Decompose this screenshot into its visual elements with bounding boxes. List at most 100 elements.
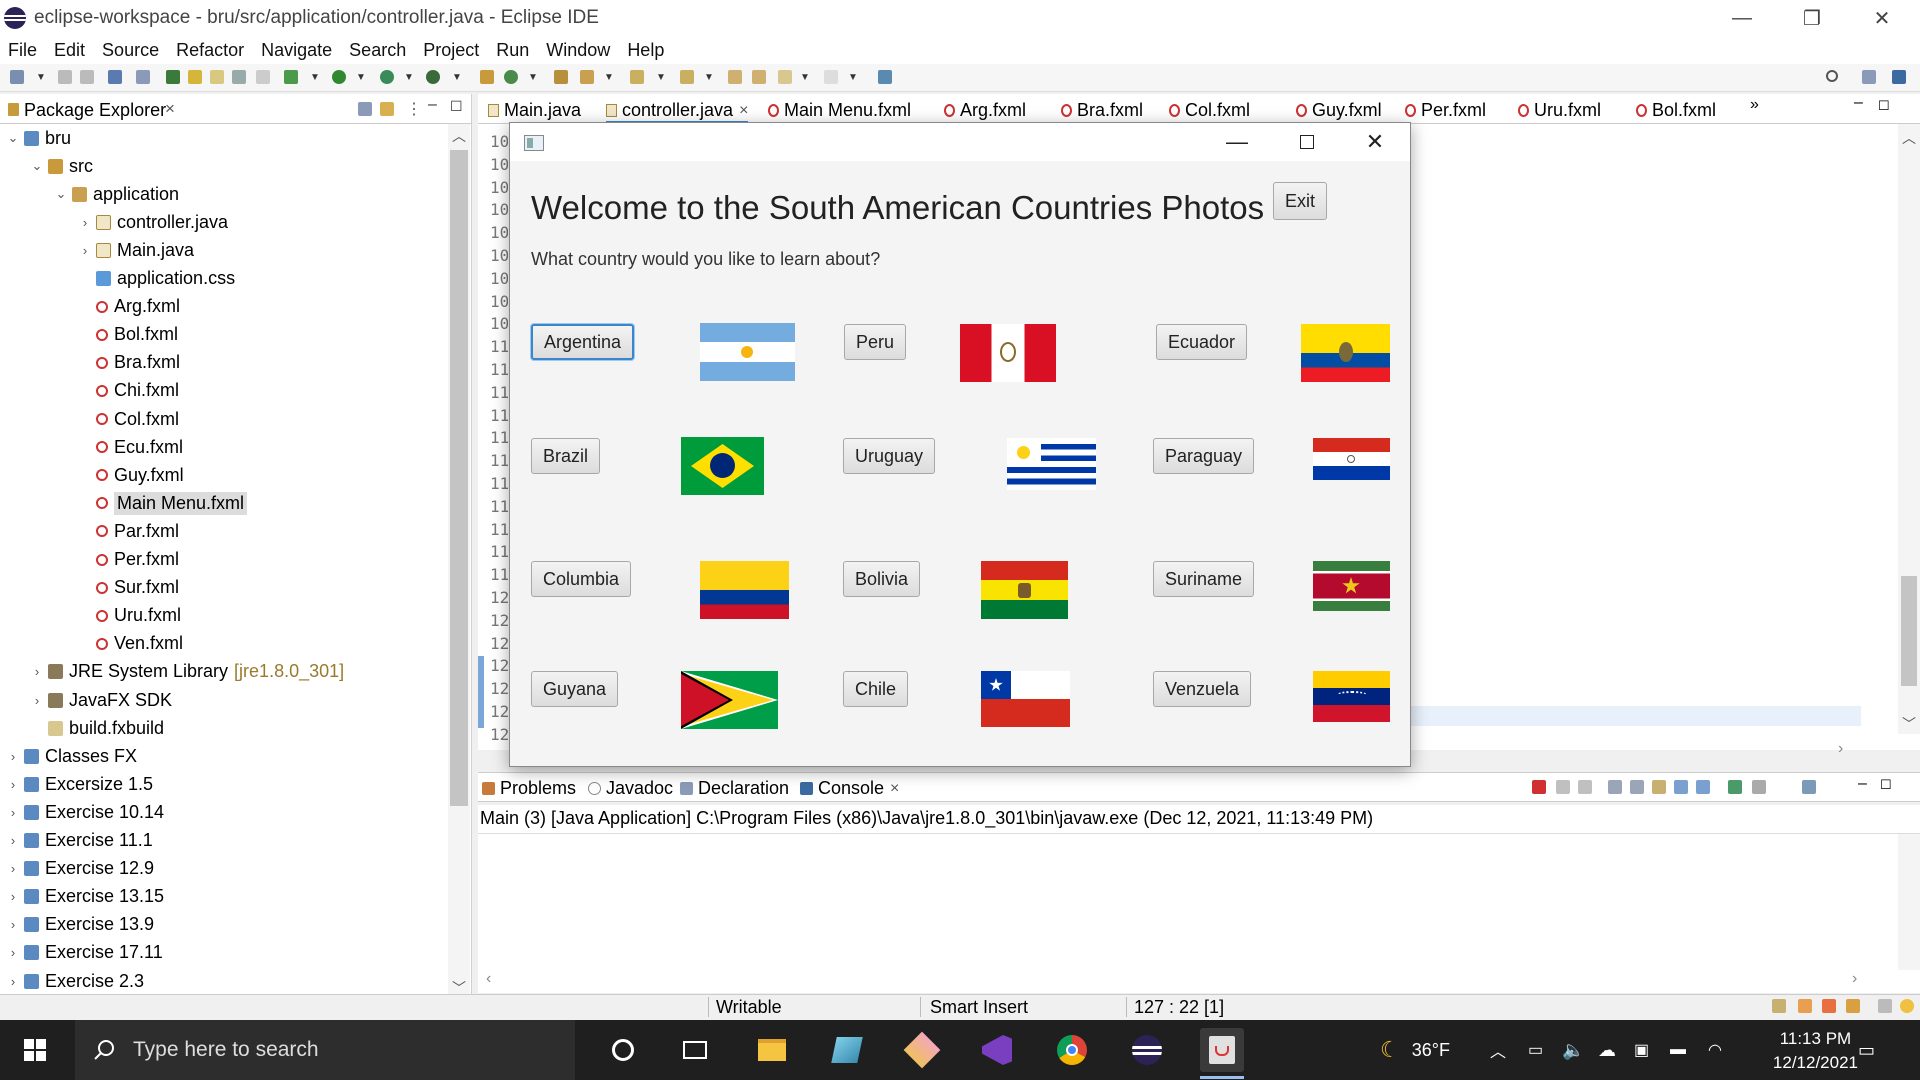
next-annotation-icon[interactable] <box>630 70 644 84</box>
remove-launch-icon[interactable] <box>1556 780 1570 794</box>
tree-item[interactable]: › JavaFX SDK <box>30 686 172 714</box>
scroll-right-icon[interactable]: › <box>1852 970 1857 988</box>
suriname-button[interactable]: Suriname <box>1153 561 1255 597</box>
block-selection-icon[interactable] <box>210 70 224 84</box>
forward-nav-icon[interactable] <box>824 70 838 84</box>
chevron-down-icon[interactable]: ⌄ <box>30 158 44 174</box>
minimize-view-icon[interactable]: – <box>1858 775 1867 793</box>
open-console-icon[interactable] <box>1802 780 1816 794</box>
taskbar-search[interactable]: Type here to search <box>75 1020 575 1080</box>
argentina-button[interactable]: Argentina <box>531 324 635 360</box>
clear-console-icon[interactable] <box>1608 780 1622 794</box>
tree-item[interactable]: Col.fxml <box>78 405 179 433</box>
status-icon[interactable] <box>1822 999 1836 1013</box>
link-editor-icon[interactable] <box>380 102 394 116</box>
collapse-all-icon[interactable] <box>358 102 372 116</box>
status-icon[interactable] <box>1846 999 1860 1013</box>
editor-tab[interactable]: Arg.fxml <box>944 100 1026 121</box>
package-explorer-tab[interactable]: Package Explorer × ⋮ – ☐ <box>0 94 471 124</box>
terminal-icon[interactable] <box>108 70 122 84</box>
chevron-right-icon[interactable]: › <box>6 805 20 820</box>
close-button[interactable]: ✕ <box>1852 0 1912 36</box>
save-icon[interactable] <box>58 70 72 84</box>
new-class-icon[interactable] <box>504 70 518 84</box>
scroll-lock-icon[interactable] <box>1630 780 1644 794</box>
maximize-view-icon[interactable]: ☐ <box>1878 98 1890 114</box>
chevron-right-icon[interactable]: › <box>30 664 44 679</box>
tree-item[interactable]: › Exercise 13.15 <box>6 883 164 911</box>
app-icon[interactable] <box>825 1028 869 1072</box>
scrollbar-thumb[interactable] <box>1901 576 1917 686</box>
dropdown-arrow-icon[interactable]: ▼ <box>800 72 810 83</box>
toggle-icon[interactable] <box>166 70 180 84</box>
menu-file[interactable]: File <box>8 40 37 61</box>
restore-button[interactable]: ❐ <box>1782 0 1842 36</box>
dropdown-arrow-icon[interactable]: ▼ <box>310 72 320 83</box>
scroll-down-icon[interactable]: ﹀ <box>1902 714 1916 734</box>
dropdown-arrow-icon[interactable]: ▼ <box>356 72 366 83</box>
pin-editor-icon[interactable] <box>878 70 892 84</box>
chevron-right-icon[interactable]: › <box>6 833 20 848</box>
onedrive-icon[interactable]: ☁ <box>1598 1020 1616 1080</box>
editor-tab[interactable]: Per.fxml <box>1405 100 1486 121</box>
dropdown-arrow-icon[interactable]: ▼ <box>452 72 462 83</box>
search-icon[interactable] <box>1826 70 1838 82</box>
editor-tab[interactable]: Col.fxml <box>1169 100 1250 121</box>
editor-tab[interactable]: Bra.fxml <box>1061 100 1143 121</box>
venzuela-button[interactable]: Venzuela <box>1153 671 1252 707</box>
fx-minimize-button[interactable]: — <box>1202 123 1272 161</box>
editor-tab[interactable]: Guy.fxml <box>1296 100 1382 121</box>
close-icon[interactable]: × <box>165 99 175 119</box>
tree-item[interactable]: › Exercise 17.11 <box>6 939 163 967</box>
maximize-view-icon[interactable]: ☐ <box>450 98 463 115</box>
scroll-right-icon[interactable]: › <box>1838 740 1843 758</box>
chevron-right-icon[interactable]: › <box>6 777 20 792</box>
display-icon[interactable]: ▣ <box>1634 1020 1649 1080</box>
paraguay-button[interactable]: Paraguay <box>1153 438 1255 474</box>
wifi-icon[interactable]: ◠ <box>1708 1020 1722 1080</box>
menu-search[interactable]: Search <box>349 40 406 61</box>
brazil-button[interactable]: Brazil <box>531 438 601 474</box>
battery-icon[interactable]: ▬ <box>1670 1020 1686 1080</box>
whitespace-icon[interactable] <box>256 70 270 84</box>
word-wrap-icon[interactable] <box>232 70 246 84</box>
open-perspective-icon[interactable] <box>1862 70 1876 84</box>
tab-problems[interactable]: Problems <box>482 778 576 799</box>
cortana-icon[interactable] <box>601 1028 645 1072</box>
tray-overflow-icon[interactable]: ︿ <box>1490 1020 1506 1080</box>
mark-occurrences-icon[interactable] <box>188 70 202 84</box>
prev-annotation-icon[interactable] <box>680 70 694 84</box>
tree-item[interactable]: Chi.fxml <box>78 377 179 405</box>
chevron-right-icon[interactable]: › <box>6 749 20 764</box>
java-perspective-icon[interactable] <box>1892 70 1906 84</box>
tree-item[interactable]: application.css <box>78 265 235 293</box>
eclipse-icon[interactable] <box>1125 1028 1169 1072</box>
menu-source[interactable]: Source <box>102 40 159 61</box>
tab-declaration[interactable]: Declaration <box>680 778 789 799</box>
editor-tab[interactable]: Main Menu.fxml <box>768 100 911 121</box>
tree-item[interactable]: ⌄ application <box>54 180 180 208</box>
tree-item[interactable]: Sur.fxml <box>78 574 179 602</box>
menu-run[interactable]: Run <box>496 40 529 61</box>
chile-button[interactable]: Chile <box>843 671 909 707</box>
dropdown-arrow-icon[interactable]: ▼ <box>848 72 858 83</box>
minimize-button[interactable]: — <box>1712 0 1772 36</box>
chevron-right-icon[interactable]: › <box>6 945 20 960</box>
guyana-button[interactable]: Guyana <box>531 671 619 707</box>
open-type-icon[interactable] <box>554 70 568 84</box>
word-wrap-console-icon[interactable] <box>1652 780 1666 794</box>
columbia-button[interactable]: Columbia <box>531 561 632 597</box>
menu-project[interactable]: Project <box>423 40 479 61</box>
tree-item[interactable]: › Exercise 11.1 <box>6 827 153 855</box>
meet-now-icon[interactable]: ▭ <box>1528 1020 1543 1080</box>
back-icon[interactable] <box>752 70 766 84</box>
dropdown-arrow-icon[interactable]: ▼ <box>604 72 614 83</box>
new-java-project-icon[interactable] <box>480 70 494 84</box>
tree-item[interactable]: › Exercise 2.3 <box>6 967 144 995</box>
tree-item[interactable]: Ven.fxml <box>78 630 183 658</box>
task-view-icon[interactable] <box>673 1028 717 1072</box>
ecuador-button[interactable]: Ecuador <box>1156 324 1248 360</box>
tree-item[interactable]: › Exercise 10.14 <box>6 798 164 826</box>
taskbar-clock[interactable]: 11:13 PM 12/12/2021 <box>1773 1027 1858 1075</box>
exit-button[interactable]: Exit <box>1273 182 1328 220</box>
